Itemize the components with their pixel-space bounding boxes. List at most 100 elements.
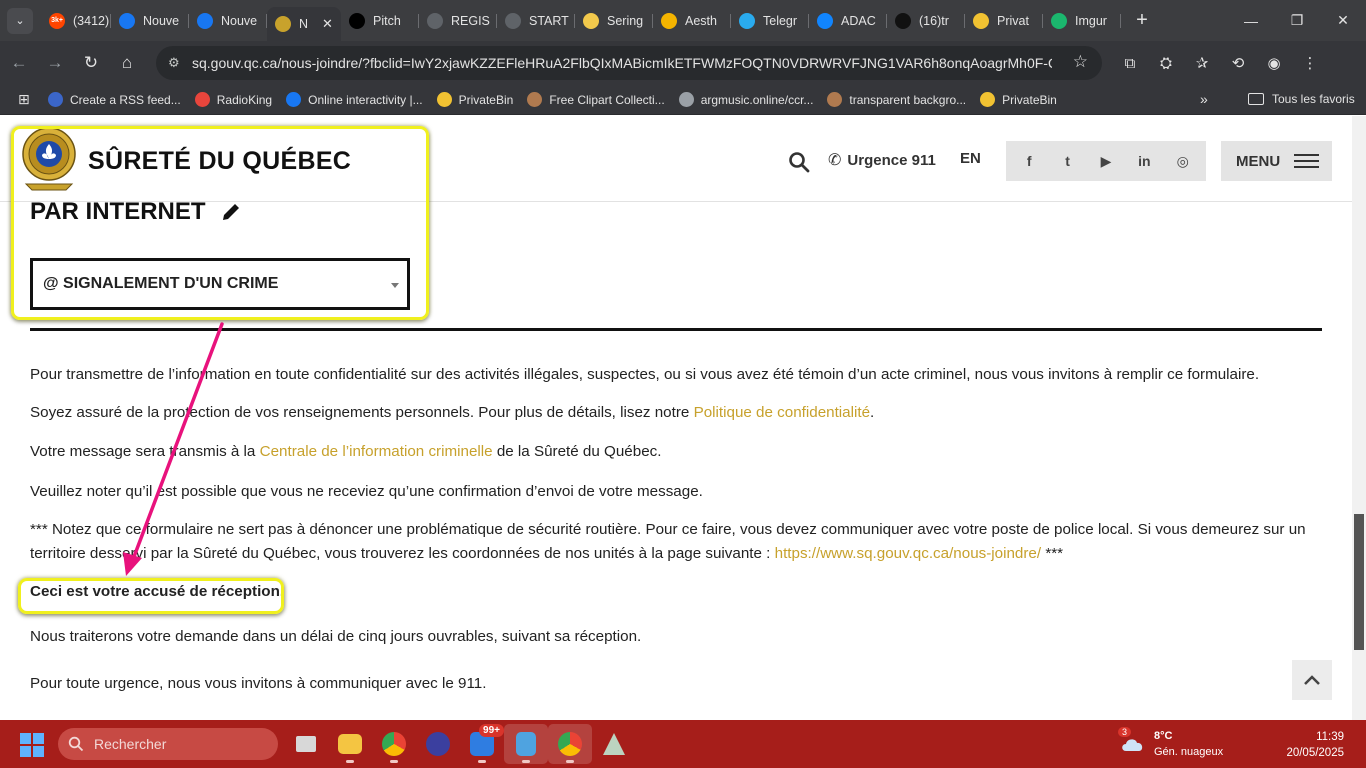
store-app-icon[interactable]: 99+	[460, 724, 504, 764]
scrollbar-thumb[interactable]	[1354, 514, 1364, 650]
inkscape-icon[interactable]	[592, 724, 636, 764]
urgence-link[interactable]: ✆ Urgence 911	[828, 150, 936, 170]
facebook-icon	[286, 92, 302, 107]
browser-tab[interactable]: Nouve	[189, 5, 267, 37]
browser-tab[interactable]: Imgur	[1043, 5, 1121, 37]
browser-tab[interactable]: Sering	[575, 5, 653, 37]
bookmark-star-icon[interactable]: ☆	[1073, 52, 1088, 72]
history-icon[interactable]: ⟲	[1220, 46, 1256, 80]
close-tab-icon[interactable]: ✕	[322, 16, 333, 32]
reload-button[interactable]: ↻	[74, 46, 108, 80]
bookmark-item[interactable]: Free Clipart Collecti...	[527, 92, 665, 107]
sering-icon	[583, 12, 599, 29]
home-button[interactable]: ⌂	[110, 46, 144, 80]
browser-tab[interactable]: Nouve	[111, 5, 189, 37]
back-to-top-button[interactable]	[1292, 660, 1332, 700]
instagram-icon[interactable]: ◎	[1169, 153, 1197, 170]
search-icon[interactable]	[788, 151, 810, 173]
folder-icon	[661, 12, 677, 29]
tab-label: Privat	[997, 13, 1029, 28]
close-window-button[interactable]: ✕	[1320, 0, 1366, 41]
new-tab-button[interactable]: +	[1131, 9, 1153, 32]
site-info-icon[interactable]: ⚙	[168, 55, 186, 71]
weather-badge: 3	[1118, 727, 1132, 737]
address-bar[interactable]: ⚙ sq.gouv.qc.ca/nous-joindre/?fbclid=IwY…	[156, 46, 1102, 80]
language-toggle[interactable]: EN	[960, 150, 981, 167]
forward-button[interactable]: →	[38, 46, 72, 80]
twitter-icon[interactable]: t	[1054, 153, 1082, 169]
facebook-icon	[119, 12, 135, 29]
notepad-icon[interactable]	[504, 724, 548, 764]
browser-tab[interactable]: Aesth	[653, 5, 731, 37]
tab-label: Pitch	[373, 13, 401, 28]
bookmark-item[interactable]: transparent backgro...	[827, 92, 966, 107]
browser-tab[interactable]: (16)tr	[887, 5, 965, 37]
windows-start-icon[interactable]	[20, 733, 44, 757]
minimize-button[interactable]: —	[1228, 0, 1274, 41]
facebook-icon[interactable]: f	[1015, 153, 1043, 169]
chrome-active-icon[interactable]	[548, 724, 592, 764]
youtube-icon[interactable]: ▶	[1092, 153, 1120, 170]
back-button[interactable]: ←	[2, 46, 36, 80]
browser-tab[interactable]: ADAC	[809, 5, 887, 37]
browser-tab[interactable]: Telegr	[731, 5, 809, 37]
file-explorer-icon[interactable]	[328, 724, 372, 764]
browser-toolbar: ← → ↻ ⌂ ⚙ sq.gouv.qc.ca/nous-joindre/?fb…	[0, 41, 1366, 85]
bookmark-item[interactable]: Online interactivity |...	[286, 92, 423, 107]
browser-tab[interactable]: START	[497, 5, 575, 37]
url-text[interactable]: sq.gouv.qc.ca/nous-joindre/?fbclid=IwY2x…	[192, 55, 1052, 71]
extensions-icon[interactable]: ⧉	[1112, 46, 1148, 80]
page-scrollbar[interactable]	[1352, 116, 1366, 720]
profile-avatar[interactable]: ◉	[1256, 46, 1292, 80]
bookmark-label: Online interactivity |...	[308, 92, 423, 107]
browser-tab[interactable]: REGIS	[419, 5, 497, 37]
bookmark-item[interactable]: RadioKing	[194, 92, 272, 107]
all-bookmarks-button[interactable]: Tous les favoris	[1248, 92, 1355, 106]
linkedin-icon[interactable]: in	[1130, 153, 1158, 169]
bookmark-item[interactable]: PrivateBin	[436, 92, 513, 107]
taskbar-search-placeholder: Rechercher	[94, 736, 167, 752]
central-text: Votre message sera transmis à la	[30, 443, 260, 460]
central-info-link[interactable]: Centrale de l’information criminelle	[260, 443, 493, 460]
paragraph-delay: Nous traiterons votre demande dans un dé…	[30, 628, 642, 645]
all-bookmarks-label: Tous les favoris	[1272, 92, 1355, 106]
favorites-icon[interactable]: ✰	[1184, 46, 1220, 80]
browser-tab[interactable]: Pitch	[341, 5, 419, 37]
apps-grid-icon[interactable]: ⊞	[18, 91, 34, 108]
road-safety-text: *** Notez que ce formulaire ne sert pas …	[30, 521, 1306, 562]
incognito-icon[interactable]: ⛭	[1148, 46, 1184, 80]
bookmark-item[interactable]: argmusic.online/ccr...	[678, 92, 814, 107]
bookmark-label: PrivateBin	[1002, 92, 1057, 107]
paragraph-central: Votre message sera transmis à la Central…	[30, 440, 661, 464]
tab-search-chevron-icon[interactable]: ⌄	[7, 7, 33, 34]
taskbar-search[interactable]: Rechercher	[58, 728, 278, 760]
nous-joindre-link[interactable]: https://www.sq.gouv.qc.ca/nous-joindre/	[775, 545, 1041, 562]
bluesky-icon	[817, 12, 833, 29]
clipart-icon	[527, 92, 543, 107]
sync-app-icon[interactable]	[416, 724, 460, 764]
central-text-end: de la Sûreté du Québec.	[492, 443, 662, 460]
social-links: f t ▶ in ◎	[1006, 141, 1206, 181]
more-menu-icon[interactable]: ⋮	[1292, 46, 1328, 80]
privacy-policy-link[interactable]: Politique de confidentialité	[694, 404, 870, 421]
more-bookmarks-chevron-icon[interactable]: »	[1200, 91, 1208, 107]
chrome-icon[interactable]	[372, 724, 416, 764]
imgur-icon	[1051, 12, 1067, 29]
browser-tab[interactable]: 3k+ (3412)	[41, 5, 111, 37]
bookmark-item[interactable]: PrivateBin	[980, 92, 1057, 107]
browser-tab[interactable]: Privat	[965, 5, 1043, 37]
system-clock[interactable]: 11:39 20/05/2025	[1276, 729, 1344, 761]
bookmark-label: argmusic.online/ccr...	[700, 92, 814, 107]
taskbar-apps: 99+	[284, 724, 636, 764]
tab-label: Imgur	[1075, 13, 1107, 28]
maximize-button[interactable]: ❐	[1274, 0, 1320, 41]
menu-button[interactable]: MENU	[1221, 141, 1332, 181]
task-view-icon[interactable]	[284, 724, 328, 764]
privatebin-icon	[436, 92, 452, 107]
tab-label: Nouve	[221, 13, 258, 28]
weather-widget[interactable]: 3 8°C Gén. nuageux	[1118, 727, 1223, 760]
check-circle-icon	[505, 12, 521, 29]
browser-tab[interactable]: N ✕	[267, 7, 341, 41]
bookmark-list: Create a RSS feed... RadioKing Online inte…	[34, 92, 1057, 107]
bookmark-item[interactable]: Create a RSS feed...	[48, 92, 181, 107]
